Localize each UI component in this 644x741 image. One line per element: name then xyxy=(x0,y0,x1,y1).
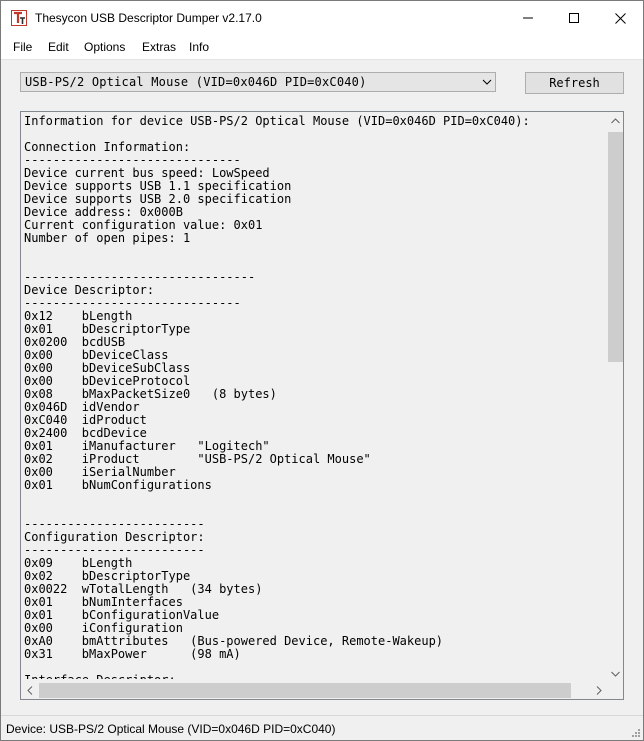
output-line: 0x01 bNumConfigurations xyxy=(24,478,212,492)
menu-extras[interactable]: Extras xyxy=(142,40,176,54)
descriptor-output[interactable]: Information for device USB-PS/2 Optical … xyxy=(20,111,624,700)
maximize-button[interactable] xyxy=(551,1,597,35)
scroll-down-button[interactable] xyxy=(607,665,623,682)
menu-info[interactable]: Info xyxy=(189,40,209,54)
chevron-right-icon xyxy=(596,686,602,695)
status-bar: Device: USB-PS/2 Optical Mouse (VID=0x04… xyxy=(1,715,643,740)
chevron-up-icon xyxy=(611,117,620,123)
scroll-up-button[interactable] xyxy=(607,112,623,129)
resize-grip-icon[interactable] xyxy=(629,726,641,738)
output-line: Interface Descriptor: xyxy=(24,674,604,680)
menu-edit[interactable]: Edit xyxy=(48,40,69,54)
app-icon xyxy=(11,10,27,26)
device-select-value: USB-PS/2 Optical Mouse (VID=0x046D PID=0… xyxy=(25,75,367,89)
menu-file[interactable]: File xyxy=(13,40,32,54)
output-line: Information for device USB-PS/2 Optical … xyxy=(24,115,530,128)
chevron-left-icon xyxy=(26,686,32,695)
main-window: Thesycon USB Descriptor Dumper v2.17.0 F… xyxy=(0,0,644,741)
chevron-down-icon xyxy=(611,671,620,677)
maximize-icon xyxy=(569,13,579,23)
vertical-scrollbar[interactable] xyxy=(607,112,623,682)
scrollbar-corner xyxy=(607,682,623,699)
close-icon xyxy=(614,12,626,24)
descriptor-text: Information for device USB-PS/2 Optical … xyxy=(24,115,604,679)
scroll-left-button[interactable] xyxy=(21,682,38,699)
horizontal-scrollbar[interactable] xyxy=(21,682,607,699)
status-text: Device: USB-PS/2 Optical Mouse (VID=0x04… xyxy=(6,722,336,736)
device-select[interactable]: USB-PS/2 Optical Mouse (VID=0x046D PID=0… xyxy=(20,72,496,92)
horizontal-scroll-thumb[interactable] xyxy=(39,683,571,698)
menu-options[interactable]: Options xyxy=(84,40,125,54)
menu-separator xyxy=(1,59,643,60)
title-bar[interactable]: Thesycon USB Descriptor Dumper v2.17.0 xyxy=(1,1,643,35)
minimize-icon xyxy=(523,17,533,19)
output-line: 0x31 bMaxPower (98 mA) xyxy=(24,647,241,661)
output-line: Number of open pipes: 1 xyxy=(24,231,191,245)
chevron-down-icon xyxy=(482,79,492,85)
window-title: Thesycon USB Descriptor Dumper v2.17.0 xyxy=(35,11,262,25)
refresh-button[interactable]: Refresh xyxy=(525,72,624,94)
menu-bar: File Edit Options Extras Info xyxy=(1,35,643,59)
close-button[interactable] xyxy=(597,1,643,35)
scroll-right-button[interactable] xyxy=(590,682,607,699)
vertical-scroll-thumb[interactable] xyxy=(608,132,623,362)
minimize-button[interactable] xyxy=(505,1,551,35)
